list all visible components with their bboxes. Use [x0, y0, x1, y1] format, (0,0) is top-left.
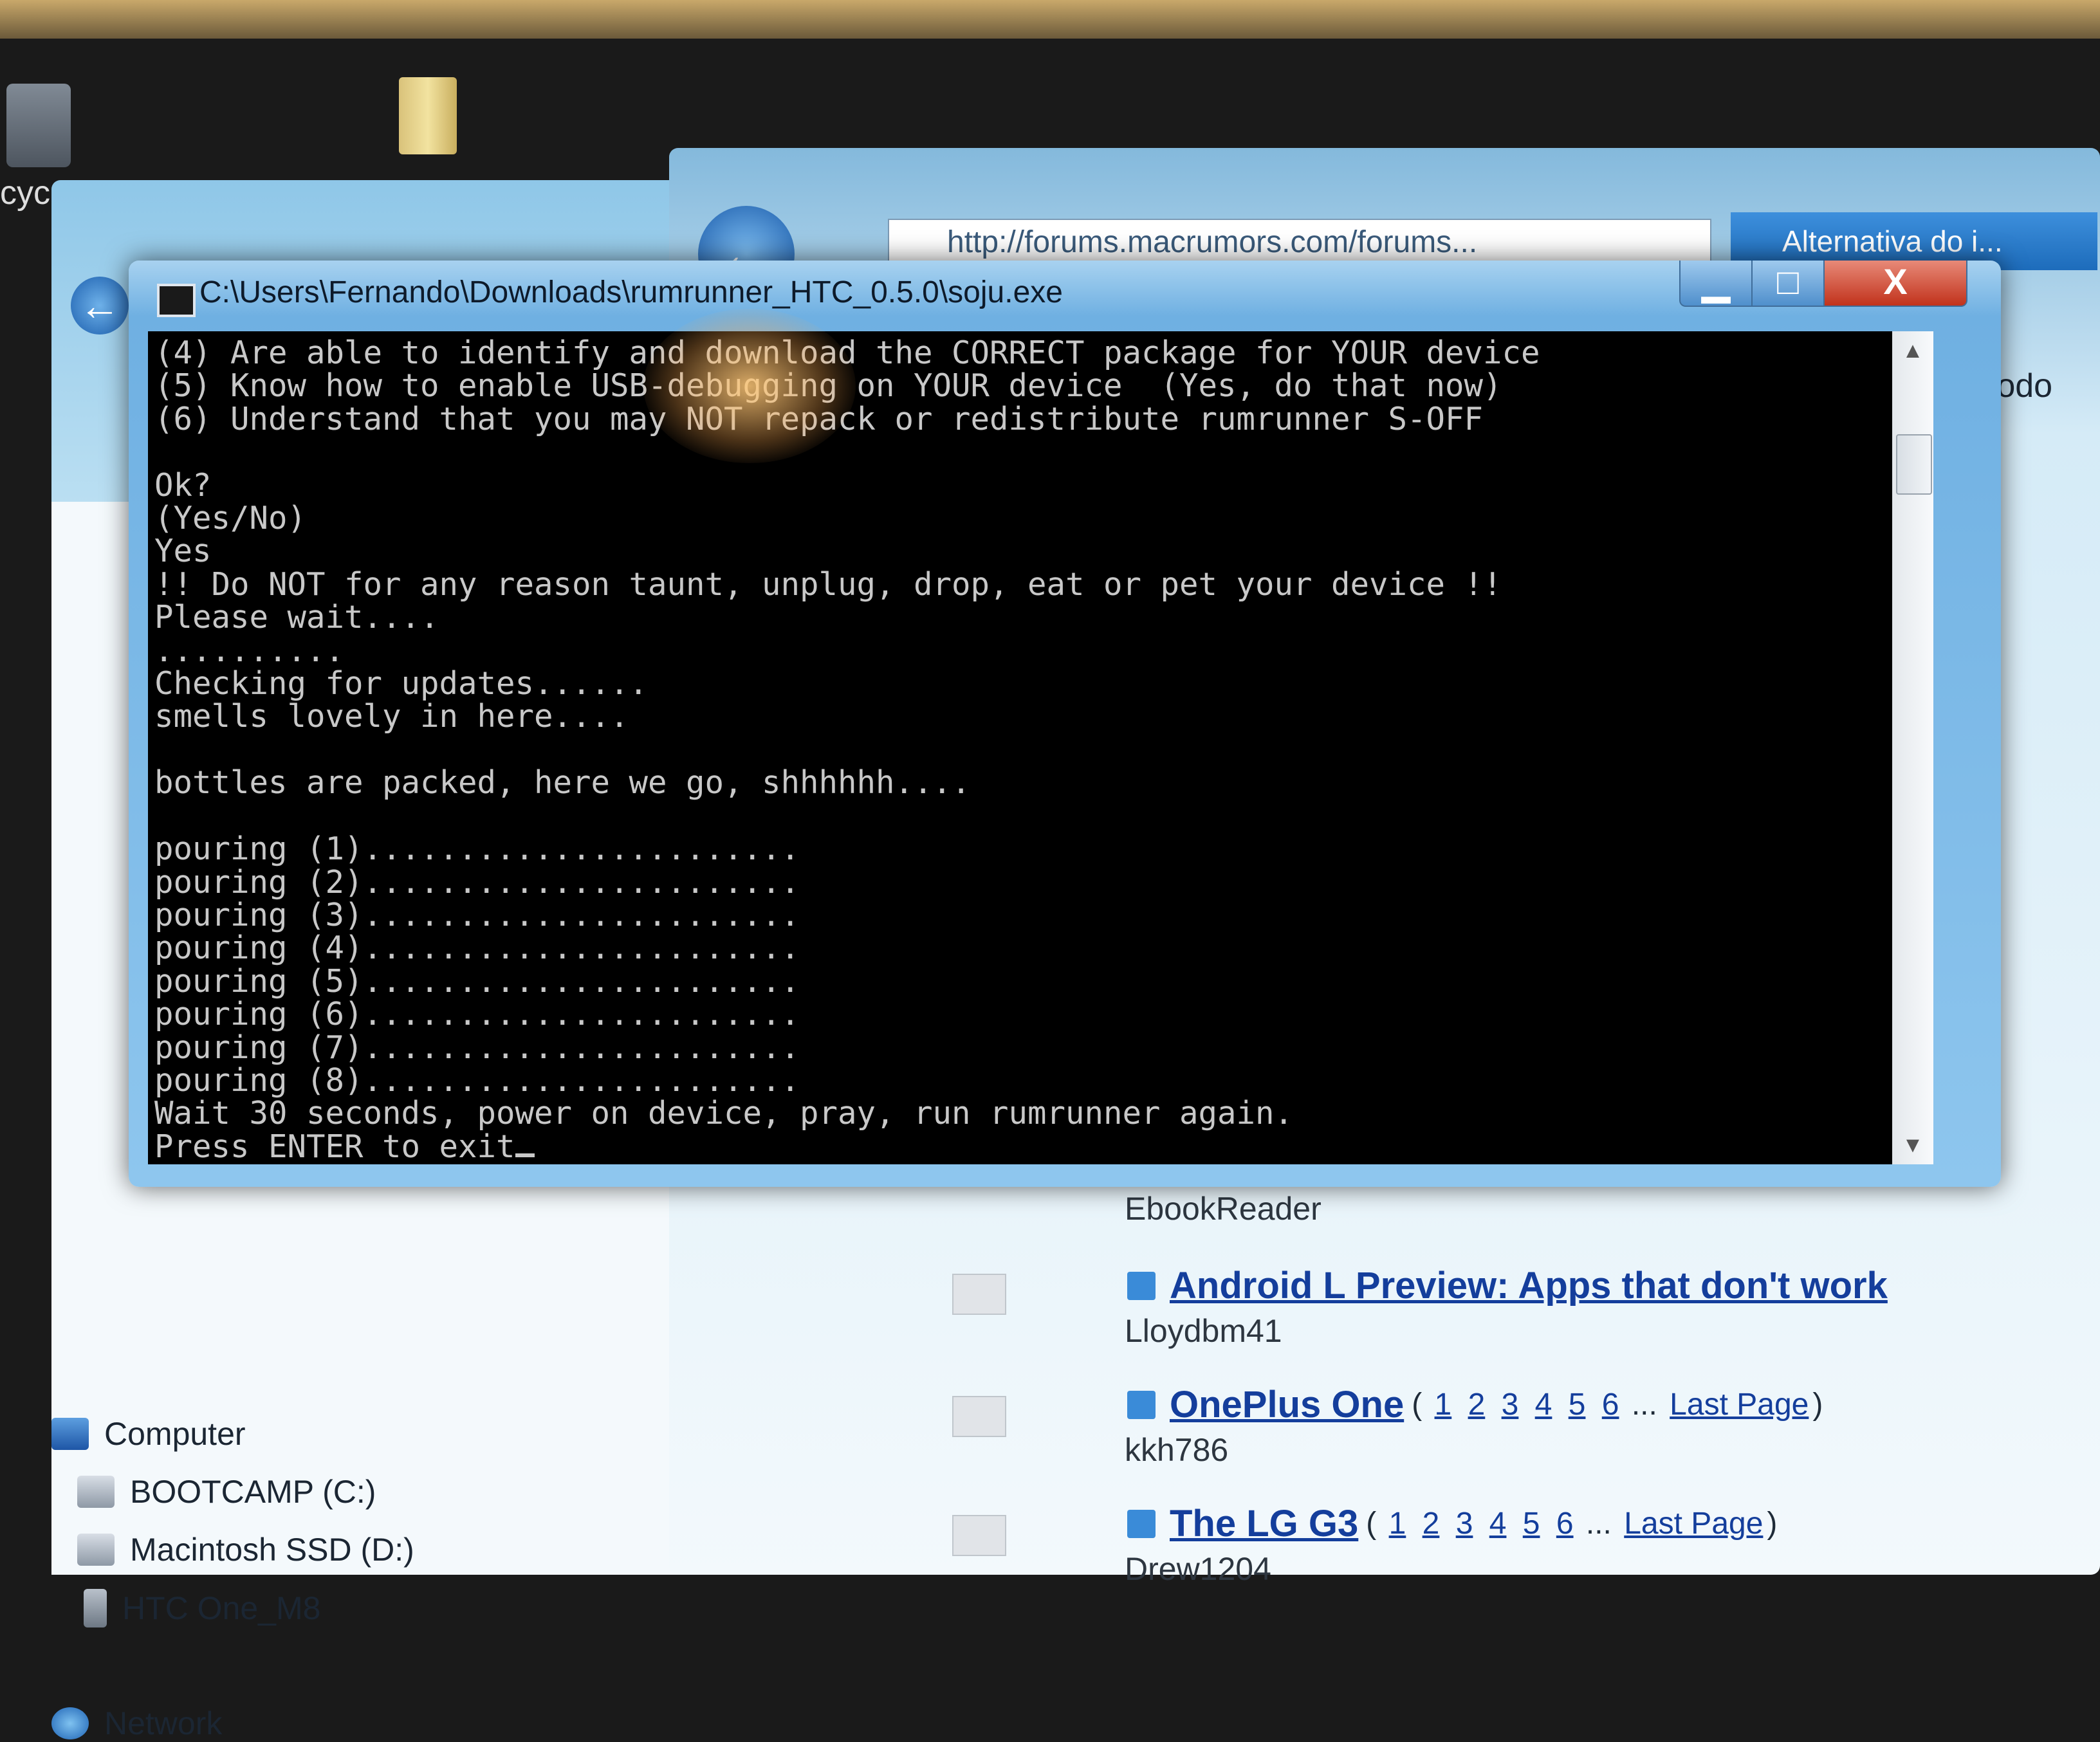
- nav-item-htc-one[interactable]: HTC One_M8: [84, 1589, 320, 1627]
- console-line: pouring (1).......................: [154, 830, 800, 868]
- console-window[interactable]: C:\Users\Fernando\Downloads\rumrunner_HT…: [129, 261, 2001, 1187]
- checkmark-icon: [1127, 1271, 1156, 1300]
- page-link[interactable]: 1: [1389, 1507, 1406, 1541]
- nav-item-label: Macintosh SSD (D:): [130, 1532, 414, 1568]
- console-output-area[interactable]: (4) Are able to identify and download th…: [148, 331, 1933, 1164]
- desktop-top-strip: [0, 0, 2100, 39]
- recycle-bin-label: cyc: [0, 174, 50, 212]
- console-line: Press ENTER to exit: [154, 1128, 515, 1164]
- page-link[interactable]: 6: [1556, 1507, 1574, 1541]
- page-link[interactable]: 4: [1489, 1507, 1507, 1541]
- folder-icon[interactable]: [399, 77, 457, 154]
- pagination-ellipsis: ...: [1631, 1388, 1657, 1422]
- thread-link[interactable]: OnePlus One: [1170, 1383, 1404, 1426]
- console-system-icon[interactable]: [157, 284, 196, 317]
- computer-icon: [51, 1418, 89, 1450]
- network-icon: [51, 1707, 89, 1739]
- page-link[interactable]: 6: [1602, 1388, 1619, 1422]
- console-line: Yes: [154, 533, 212, 570]
- explorer-back-button[interactable]: ←: [71, 277, 129, 335]
- thread-author: Lloydbm41: [1125, 1313, 1282, 1349]
- console-output: (4) Are able to identify and download th…: [154, 336, 1540, 1163]
- console-line: Please wait....: [154, 599, 439, 636]
- thread-link[interactable]: The LG G3: [1170, 1502, 1358, 1545]
- console-line: Ok?: [154, 466, 212, 504]
- checkmark-icon: [1127, 1509, 1156, 1538]
- nav-item-label: BOOTCAMP (C:): [130, 1474, 376, 1510]
- scroll-thumb[interactable]: [1896, 434, 1932, 495]
- console-line: Checking for updates......: [154, 665, 649, 702]
- page-link[interactable]: 5: [1569, 1388, 1586, 1422]
- console-line: bottles are packed, here we go, shhhhhh.…: [154, 764, 971, 802]
- console-line: pouring (4).......................: [154, 930, 800, 967]
- nav-item-macintosh-ssd[interactable]: Macintosh SSD (D:): [77, 1531, 414, 1568]
- thread-icon: [952, 1515, 1006, 1556]
- nav-item-computer[interactable]: Computer: [51, 1415, 246, 1453]
- thread-author: Drew1204: [1125, 1551, 1271, 1587]
- pagination: ( 1 2 3 4 5 6 ... Last Page): [1366, 1507, 1778, 1541]
- console-line: pouring (7).......................: [154, 1029, 800, 1066]
- scroll-down-arrow-icon[interactable]: ▼: [1892, 1126, 1933, 1164]
- page-link[interactable]: 3: [1502, 1388, 1519, 1422]
- scroll-up-arrow-icon[interactable]: ▲: [1892, 331, 1933, 370]
- console-line: smells lovely in here....: [154, 698, 629, 735]
- recycle-bin-icon[interactable]: [6, 84, 71, 167]
- last-page-link[interactable]: Last Page: [1670, 1388, 1809, 1422]
- thread-row: The LG G3 ( 1 2 3 4 5 6 ... Last Page): [1127, 1502, 1777, 1545]
- page-link[interactable]: 2: [1468, 1388, 1486, 1422]
- maximize-button[interactable]: □: [1751, 261, 1825, 307]
- page-link[interactable]: 3: [1456, 1507, 1473, 1541]
- pagination: ( 1 2 3 4 5 6 ... Last Page): [1412, 1388, 1823, 1422]
- console-line: pouring (2).......................: [154, 863, 800, 901]
- nav-item-label: Network: [104, 1705, 223, 1741]
- thread-row: OnePlus One ( 1 2 3 4 5 6 ... Last Page): [1127, 1383, 1823, 1426]
- nav-item-bootcamp[interactable]: BOOTCAMP (C:): [77, 1473, 376, 1510]
- checkmark-icon: [1127, 1390, 1156, 1419]
- console-line: (Yes/No): [154, 500, 307, 537]
- minimize-button[interactable]: ▁: [1679, 261, 1753, 307]
- console-title: C:\Users\Fernando\Downloads\rumrunner_HT…: [199, 275, 1063, 309]
- nav-item-network[interactable]: Network: [51, 1705, 222, 1742]
- console-line: pouring (6).......................: [154, 996, 800, 1033]
- console-line: pouring (5).......................: [154, 962, 800, 1000]
- thread-link[interactable]: Android L Preview: Apps that don't work: [1170, 1264, 1888, 1307]
- console-line: ..........: [154, 632, 345, 669]
- nav-item-label: Computer: [104, 1416, 246, 1452]
- last-page-link[interactable]: Last Page: [1624, 1507, 1763, 1541]
- close-button[interactable]: X: [1823, 261, 1967, 307]
- console-line: (4) Are able to identify and download th…: [154, 335, 1540, 371]
- page-link[interactable]: 5: [1523, 1507, 1540, 1541]
- console-scrollbar[interactable]: ▲ ▼: [1892, 331, 1933, 1164]
- thread-icon: [952, 1396, 1006, 1437]
- console-line: pouring (3).......................: [154, 896, 800, 933]
- page-link[interactable]: 1: [1435, 1388, 1452, 1422]
- drive-icon: [77, 1476, 115, 1508]
- thread-row: Android L Preview: Apps that don't work: [1127, 1264, 1888, 1307]
- console-line: Wait 30 seconds, power on device, pray, …: [154, 1095, 1294, 1132]
- page-link[interactable]: 4: [1535, 1388, 1552, 1422]
- nav-item-label: HTC One_M8: [122, 1590, 321, 1626]
- page-link[interactable]: 2: [1423, 1507, 1440, 1541]
- thread-author: EbookReader: [1125, 1191, 1322, 1227]
- phone-icon: [84, 1589, 107, 1627]
- address-bar[interactable]: http://forums.macrumors.com/forums...: [888, 219, 1711, 264]
- text-cursor: [515, 1153, 535, 1157]
- thread-author: kkh786: [1125, 1432, 1229, 1468]
- drive-icon: [77, 1534, 115, 1566]
- console-line: (5) Know how to enable USB-debugging on …: [154, 367, 1502, 405]
- console-line: (6) Understand that you may NOT repack o…: [154, 400, 1484, 437]
- thread-icon: [952, 1274, 1006, 1315]
- console-line: pouring (8).......................: [154, 1061, 800, 1099]
- console-line: !! Do NOT for any reason taunt, unplug, …: [154, 565, 1502, 603]
- pagination-ellipsis: ...: [1585, 1507, 1612, 1541]
